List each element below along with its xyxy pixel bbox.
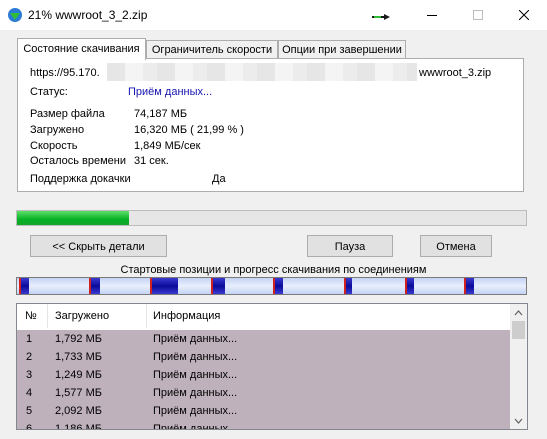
row-number: 6 [26, 423, 33, 430]
downloaded-value: 16,320 МБ ( 21,99 % ) [134, 124, 244, 136]
list-item[interactable]: 5 2,092 МБ Приём данных... [17, 402, 510, 420]
row-info: Приём данных... [153, 369, 238, 381]
close-button[interactable] [501, 0, 547, 30]
row-number: 4 [26, 387, 33, 399]
row-info: Приём данных... [153, 423, 238, 430]
connections-caption: Стартовые позиции и прогресс скачивания … [120, 264, 427, 276]
row-loaded: 1,577 МБ [55, 387, 102, 399]
row-number: 3 [26, 369, 33, 381]
segment-markers [19, 278, 474, 294]
list-item[interactable]: 4 1,577 МБ Приём данных... [17, 384, 510, 402]
row-loaded: 2,092 МБ [55, 405, 102, 417]
status-value: Приём данных... [128, 86, 213, 98]
url-start: https://95.170. [30, 67, 100, 79]
column-header-info[interactable]: Информация [153, 304, 220, 328]
arrow-icon [372, 14, 390, 20]
minimize-button[interactable] [409, 0, 455, 30]
row-info: Приём данных... [153, 351, 238, 363]
close-icon [519, 10, 529, 20]
row-info: Приём данных... [153, 387, 238, 399]
download-manager-icon [8, 8, 22, 22]
tab-completion-options[interactable]: Опции при завершении [278, 40, 406, 58]
connections-list[interactable]: № Загружено Информация 1 1,792 МБ Приём … [16, 303, 528, 430]
downloaded-label: Загружено [30, 124, 85, 136]
minimize-icon [427, 15, 437, 16]
list-item[interactable]: 2 1,733 МБ Приём данных... [17, 348, 510, 366]
tab-download-status[interactable]: Состояние скачивания [17, 38, 146, 60]
row-loaded: 1,249 МБ [55, 369, 102, 381]
window-title: 21% wwwroot_3_2.zip [28, 8, 148, 22]
maximize-icon [473, 10, 483, 20]
pause-button[interactable]: Пауза [307, 235, 393, 257]
url-end: wwwroot_3.zip [419, 67, 492, 79]
row-loaded: 1,733 МБ [55, 351, 102, 363]
file-size-label: Размер файла [30, 108, 105, 120]
time-left-value: 31 сек. [134, 155, 169, 167]
list-item[interactable]: 1 1,792 МБ Приём данных... [17, 330, 510, 348]
scrollbar-graphics [512, 310, 525, 424]
speed-value: 1,849 МБ/сек [134, 140, 201, 152]
column-header-loaded[interactable]: Загружено [55, 304, 109, 328]
cancel-button[interactable]: Отмена [420, 235, 492, 257]
row-loaded: 1,186 МБ [55, 423, 102, 430]
vertical-scrollbar[interactable] [510, 304, 527, 429]
column-header-number[interactable]: № [25, 304, 37, 328]
tab-speed-limiter[interactable]: Ограничитель скорости [146, 40, 278, 58]
row-info: Приём данных... [153, 405, 238, 417]
hide-details-button[interactable]: << Скрыть детали [30, 235, 167, 257]
row-info: Приём данных... [153, 333, 238, 345]
row-loaded: 1,792 МБ [55, 333, 102, 345]
row-number: 5 [26, 405, 33, 417]
title-bar: 21% wwwroot_3_2.zip [0, 0, 547, 30]
time-left-label: Осталось времени [30, 155, 127, 167]
status-label: Статус: [30, 86, 68, 98]
list-item[interactable]: 3 1,249 МБ Приём данных... [17, 366, 510, 384]
speed-label: Скорость [30, 140, 78, 152]
download-progress-bar [16, 210, 527, 226]
file-size-value: 74,187 МБ [134, 108, 188, 120]
resume-support-value: Да [212, 173, 226, 185]
list-item[interactable]: 6 1,186 МБ Приём данных... [17, 420, 510, 430]
connection-segments-bar [16, 277, 527, 295]
maximize-button[interactable] [455, 0, 501, 30]
resume-support-label: Поддержка докачки [30, 173, 131, 185]
row-number: 1 [26, 333, 33, 345]
row-number: 2 [26, 351, 33, 363]
url-redacted [107, 63, 417, 81]
progress-fill [17, 211, 129, 225]
